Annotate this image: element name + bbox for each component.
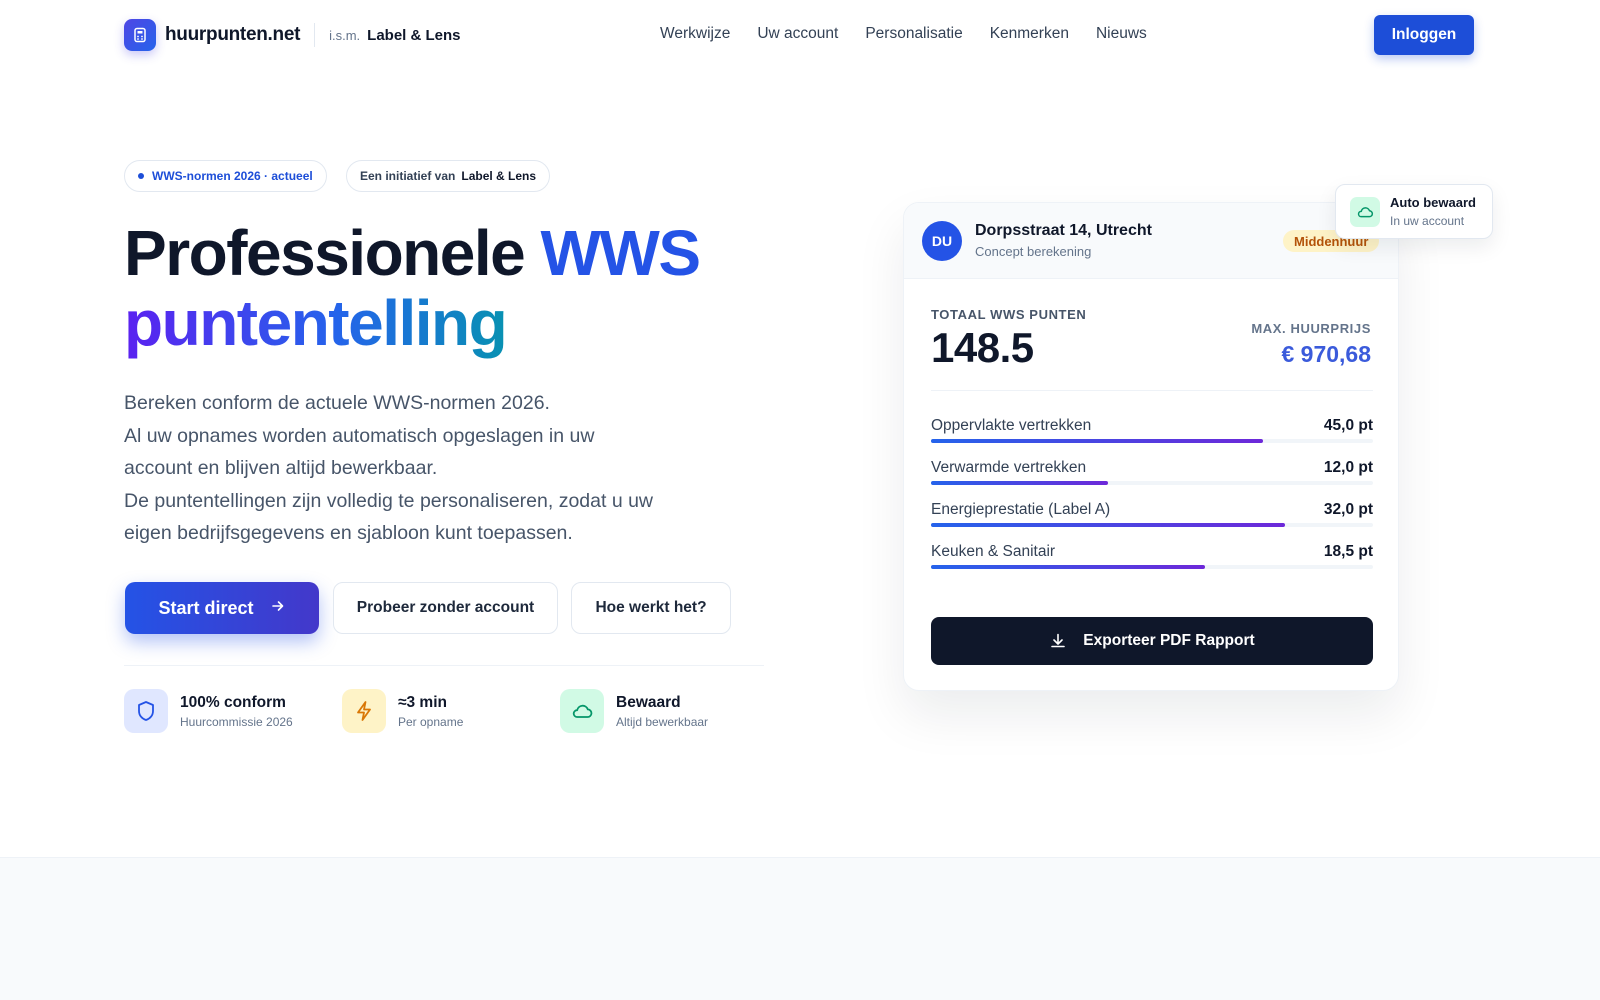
breakdown-row: Keuken & Sanitair 18,5 pt [931, 543, 1373, 585]
auto-save-title: Auto bewaard [1390, 195, 1476, 210]
auto-save-badge: Auto bewaard In uw account [1335, 184, 1493, 239]
feature-saved: Bewaard Altijd bewerkbaar [560, 689, 708, 733]
main-menu: Werkwijze Uw account Personalisatie Kenm… [660, 25, 1147, 43]
feature-speed: ≈3 min Per opname [342, 689, 463, 733]
initiative-badge: Een initiatief van Label & Lens [346, 160, 551, 192]
progress-track [931, 439, 1373, 443]
shield-icon [124, 689, 168, 733]
brand-ism: i.s.m. [329, 27, 361, 43]
cloud-icon [560, 689, 604, 733]
progress-fill [931, 481, 1108, 485]
progress-fill [931, 523, 1285, 527]
feature-title: 100% conform [180, 693, 286, 711]
hero-description: Bereken conform de actuele WWS-normen 20… [124, 387, 724, 550]
calculation-status: Concept berekening [975, 244, 1092, 259]
cloud-icon [1350, 197, 1380, 227]
calculation-preview-card: DU Dorpsstraat 14, Utrecht Concept berek… [903, 202, 1399, 691]
hero-desc-line: Bereken conform de actuele WWS-normen 20… [124, 392, 550, 414]
feature-title: ≈3 min [398, 693, 447, 711]
progress-track [931, 481, 1373, 485]
lightning-icon [342, 689, 386, 733]
breakdown-label: Oppervlakte vertrekken [931, 417, 1092, 434]
points-breakdown: Oppervlakte vertrekken 45,0 pt Verwarmde… [931, 417, 1373, 585]
next-section-background [0, 857, 1600, 1000]
property-address: Dorpsstraat 14, Utrecht [975, 222, 1152, 239]
avatar: DU [922, 221, 962, 261]
export-pdf-label: Exporteer PDF Rapport [1083, 632, 1255, 649]
card-header: DU Dorpsstraat 14, Utrecht Concept berek… [904, 203, 1398, 279]
breakdown-row: Oppervlakte vertrekken 45,0 pt [931, 417, 1373, 459]
export-pdf-button[interactable]: Exporteer PDF Rapport [931, 617, 1373, 665]
hero-desc-line: account en blijven altijd bewerkbaar. [124, 457, 438, 479]
total-points-label: TOTAAL WWS PUNTEN [931, 307, 1087, 322]
breakdown-value: 32,0 pt [1323, 501, 1373, 518]
breakdown-value: 12,0 pt [1323, 459, 1373, 476]
hero-title-accent: WWS [540, 217, 702, 289]
hero-title: Professionele WWS puntentelling [124, 217, 702, 359]
auto-save-subtitle: In uw account [1390, 214, 1465, 228]
menu-item-uw-account[interactable]: Uw account [757, 25, 838, 43]
login-button[interactable]: Inloggen [1374, 15, 1474, 55]
breakdown-value: 45,0 pt [1323, 417, 1373, 434]
norms-badge-label: WWS-normen 2026 · actueel [152, 169, 313, 183]
hero-desc-line: De puntentellingen zijn volledig te pers… [124, 489, 654, 512]
breakdown-value: 18,5 pt [1323, 543, 1373, 560]
arrow-right-icon [270, 598, 286, 619]
start-direct-label: Start direct [158, 597, 254, 618]
menu-item-werkwijze[interactable]: Werkwijze [660, 25, 730, 43]
menu-item-nieuws[interactable]: Nieuws [1096, 25, 1147, 43]
menu-item-kenmerken[interactable]: Kenmerken [990, 25, 1069, 43]
breakdown-label: Energieprestatie (Label A) [931, 501, 1111, 518]
top-nav: huurpunten.net i.s.m. Label & Lens Werkw… [0, 0, 1600, 72]
hero-desc-line: Al uw opnames worden automatisch opgesla… [124, 424, 595, 447]
feature-subtitle: Huurcommissie 2026 [180, 714, 293, 729]
brand-logo[interactable]: huurpunten.net i.s.m. Label & Lens [124, 19, 461, 51]
try-without-account-button[interactable]: Probeer zonder account [333, 582, 558, 634]
card-divider [931, 390, 1373, 391]
hero-title-part1: Professionele [124, 217, 541, 289]
calculator-icon [124, 19, 156, 51]
hero-desc-line: eigen bedrijfsgegevens en sjabloon kunt … [124, 522, 573, 544]
progress-fill [931, 439, 1263, 443]
start-direct-button[interactable]: Start direct [125, 582, 319, 634]
hero-divider [124, 665, 764, 666]
breakdown-label: Verwarmde vertrekken [931, 459, 1087, 476]
breakdown-label: Keuken & Sanitair [931, 543, 1056, 560]
feature-title: Bewaard [616, 693, 681, 711]
status-dot-icon [138, 173, 144, 179]
feature-conform: 100% conform Huurcommissie 2026 [124, 689, 293, 733]
norms-badge: WWS-normen 2026 · actueel [124, 160, 327, 192]
progress-track [931, 523, 1373, 527]
initiative-name: Label & Lens [461, 169, 537, 183]
progress-track [931, 565, 1373, 569]
menu-item-personalisatie[interactable]: Personalisatie [865, 25, 962, 43]
feature-subtitle: Altijd bewerkbaar [616, 714, 709, 729]
brand-partner: Label & Lens [367, 26, 461, 44]
total-points-value: 148.5 [931, 324, 1034, 371]
breakdown-row: Energieprestatie (Label A) 32,0 pt [931, 501, 1373, 543]
progress-fill [931, 565, 1206, 569]
initiative-prefix: Een initiatief van [360, 169, 456, 183]
hero-title-line2: puntentelling [124, 287, 508, 359]
brand-name: huurpunten.net [165, 24, 301, 45]
max-rent-label: MAX. HUURPRIJS [1251, 321, 1371, 336]
download-icon [1049, 632, 1067, 650]
feature-subtitle: Per opname [398, 714, 464, 729]
max-rent-value: € 970,68 [1281, 341, 1371, 367]
brand-divider [314, 23, 316, 47]
how-it-works-button[interactable]: Hoe werkt het? [571, 582, 731, 634]
breakdown-row: Verwarmde vertrekken 12,0 pt [931, 459, 1373, 501]
